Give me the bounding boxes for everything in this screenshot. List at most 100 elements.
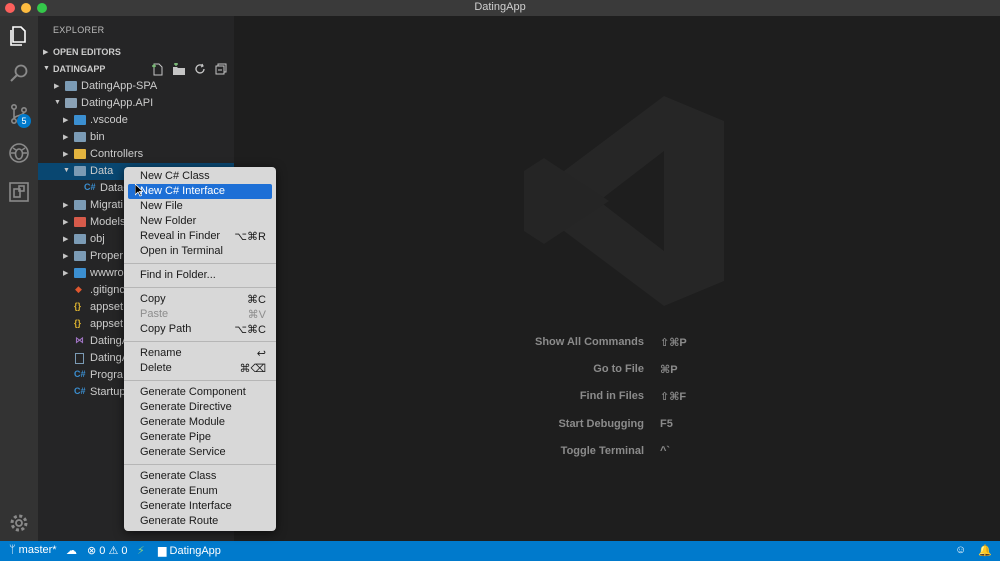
shortcut-name: Show All Commands	[535, 336, 644, 348]
project-label: DATINGAPP	[53, 64, 106, 74]
menu-item-generate-service[interactable]: Generate Service	[128, 445, 272, 460]
menu-item-new-c-interface[interactable]: New C# Interface	[128, 184, 272, 199]
sync-icon[interactable]: ☁	[66, 544, 77, 557]
menu-item-reveal-in-finder[interactable]: Reveal in Finder ⌥⌘R	[128, 229, 272, 244]
menu-item-label: Generate Class	[140, 470, 217, 482]
debug-icon[interactable]	[7, 141, 31, 165]
feedback-smiley-icon[interactable]: ☺	[955, 544, 966, 556]
warning-icon: ⚠	[108, 545, 119, 557]
menu-item-find-in-folder[interactable]: Find in Folder...	[128, 268, 272, 283]
tree-item-label: .gitignc	[90, 284, 125, 296]
menu-item-generate-enum[interactable]: Generate Enum	[128, 484, 272, 499]
open-editors-section[interactable]: ▶ OPEN EDITORS	[38, 44, 234, 61]
menu-item-label: Paste	[140, 308, 169, 320]
tree-item-label: DatingApp-SPA	[81, 80, 158, 92]
menu-item-new-c-class[interactable]: New C# Class	[128, 169, 272, 184]
project-name: DatingApp	[169, 545, 221, 557]
menu-item-generate-interface[interactable]: Generate Interface	[128, 499, 272, 514]
branch-name: master*	[18, 544, 57, 556]
json-file-icon: {}	[74, 318, 82, 328]
menu-item-delete[interactable]: Delete ⌘⌫	[128, 361, 272, 376]
tree-item-label: .vscode	[90, 114, 128, 126]
chevron-right-icon: ▶	[54, 83, 60, 90]
status-bar: ᛘ master* ☁ ⊗ 0 ⚠ 0 ⚡ ▆ DatingApp ☺ 🔔	[0, 541, 1000, 561]
tree-item-label: appset	[90, 318, 124, 330]
project-section[interactable]: ▼ DATINGAPP	[38, 61, 234, 78]
window-title: DatingApp	[474, 1, 526, 13]
wwwroot-folder-icon	[74, 268, 86, 278]
menu-item-rename[interactable]: Rename ↩	[128, 346, 272, 361]
menu-item-new-file[interactable]: New File	[128, 199, 272, 214]
chevron-down-icon: ▼	[63, 167, 70, 174]
menu-item-label: Generate Route	[140, 515, 219, 527]
tree-folder-datingapp-spa[interactable]: ▶ DatingApp-SPA	[38, 78, 234, 95]
menu-item-generate-route[interactable]: Generate Route	[128, 514, 272, 529]
menu-item-label: Open in Terminal	[140, 245, 223, 257]
menu-item-generate-module[interactable]: Generate Module	[128, 415, 272, 430]
chevron-right-icon: ▶	[63, 202, 69, 209]
editor-area: Show All Commands ⇧⌘P Go to File ⌘P Find…	[234, 16, 1000, 541]
chevron-right-icon: ▶	[63, 219, 69, 226]
mouse-cursor-icon	[135, 184, 143, 197]
menu-item-generate-component[interactable]: Generate Component	[128, 385, 272, 400]
menu-separator	[124, 287, 276, 288]
vscode-window: DatingApp 5 EXPLORER ▶ OPEN EDITORS ▼ DA…	[0, 0, 1000, 561]
menu-item-label: Generate Component	[140, 386, 246, 398]
extensions-icon[interactable]	[7, 180, 31, 204]
chevron-down-icon: ▼	[54, 99, 61, 106]
menu-separator	[124, 464, 276, 465]
new-file-icon[interactable]	[151, 63, 165, 76]
tree-item-label: wwwro	[90, 267, 124, 279]
shortcut-toggle-terminal: Toggle Terminal ^`	[234, 445, 670, 461]
tree-folder-vscode[interactable]: ▶ .vscode	[38, 112, 234, 129]
problems-status[interactable]: ⊗ 0 ⚠ 0	[87, 544, 128, 557]
error-count: 0	[99, 545, 106, 557]
project-status[interactable]: ▆ DatingApp	[158, 544, 221, 557]
settings-gear-icon[interactable]	[7, 511, 31, 535]
menu-item-open-in-terminal[interactable]: Open in Terminal	[128, 244, 272, 259]
activity-bar: 5	[0, 16, 38, 541]
chevron-right-icon: ▶	[63, 270, 69, 277]
refresh-icon[interactable]	[193, 63, 207, 76]
tree-folder-controllers[interactable]: ▶ Controllers	[38, 146, 234, 163]
shortcut-find-in-files: Find in Files ⇧⌘F	[234, 390, 686, 406]
folder-icon	[74, 132, 86, 142]
models-folder-icon	[74, 217, 86, 227]
csharp-file-icon: C#	[84, 182, 96, 192]
menu-item-paste: Paste ⌘V	[128, 307, 272, 322]
warning-count: 0	[121, 545, 128, 557]
chevron-right-icon: ▶	[63, 134, 69, 141]
menu-item-generate-class[interactable]: Generate Class	[128, 469, 272, 484]
explorer-icon[interactable]	[7, 24, 31, 48]
tree-item-label: Progra	[90, 369, 124, 381]
visual-studio-file-icon: ⋈	[75, 335, 84, 345]
menu-item-label: New C# Interface	[140, 185, 225, 197]
tree-folder-datingapp-api[interactable]: ▼ DatingApp.API	[38, 95, 234, 112]
menu-item-shortcut: ⌘⌫	[239, 363, 266, 375]
collapse-all-icon[interactable]	[214, 63, 228, 76]
live-share-icon[interactable]: ⚡	[137, 544, 145, 557]
open-editors-label: OPEN EDITORS	[53, 47, 121, 57]
new-folder-icon[interactable]	[172, 62, 186, 76]
controllers-folder-icon	[74, 149, 86, 159]
folder-icon	[74, 251, 86, 261]
tree-folder-bin[interactable]: ▶ bin	[38, 129, 234, 146]
title-bar: DatingApp	[0, 0, 1000, 16]
notifications-bell-icon[interactable]: 🔔	[978, 544, 992, 557]
folder-icon	[74, 234, 86, 244]
search-icon[interactable]	[7, 62, 31, 86]
explorer-title: EXPLORER	[53, 25, 105, 35]
menu-item-generate-pipe[interactable]: Generate Pipe	[128, 430, 272, 445]
menu-item-new-folder[interactable]: New Folder	[128, 214, 272, 229]
menu-item-generate-directive[interactable]: Generate Directive	[128, 400, 272, 415]
git-file-icon: ◆	[75, 284, 82, 294]
folder-icon: ▆	[158, 545, 167, 557]
menu-item-shortcut: ⌘V	[247, 309, 266, 321]
menu-item-copy-path[interactable]: Copy Path ⌥⌘C	[128, 322, 272, 337]
menu-item-copy[interactable]: Copy ⌘C	[128, 292, 272, 307]
branch-status[interactable]: ᛘ master*	[9, 544, 57, 556]
vscode-folder-icon	[74, 115, 86, 125]
shortcut-start-debugging: Start Debugging F5	[234, 418, 672, 434]
menu-item-label: Copy Path	[140, 323, 192, 335]
tree-item-label: DatingApp.API	[81, 97, 154, 109]
